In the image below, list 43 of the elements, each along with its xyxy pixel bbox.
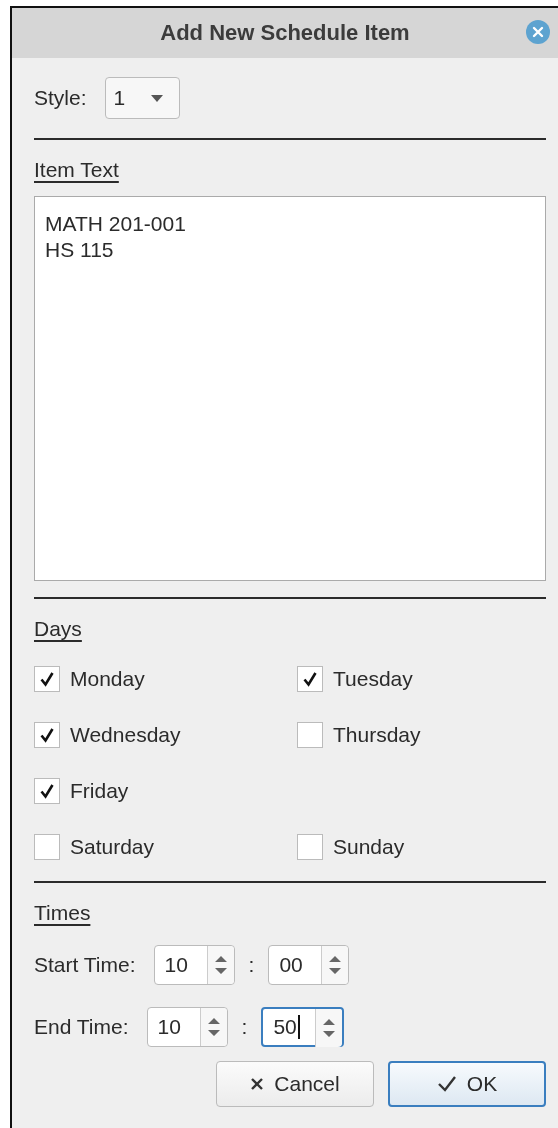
checkmark-icon [436,1075,457,1093]
up-down-arrows-icon[interactable] [206,946,234,984]
day-label: Thursday [333,723,421,747]
spin-box[interactable]: 50 [261,1007,345,1047]
spin-box[interactable]: 00 [268,945,350,985]
day-label: Monday [70,667,145,691]
up-down-arrows-icon[interactable] [199,1008,227,1046]
spin-box[interactable]: 10 [153,945,235,985]
checkbox[interactable] [34,778,60,804]
section-heading: Item Text [34,158,119,182]
window-title: Add New Schedule Item [160,20,410,46]
spin-box[interactable]: 10 [146,1007,228,1047]
checkbox[interactable] [34,834,60,860]
checkmark-icon [301,670,319,688]
time-label: End Time: [34,1015,129,1039]
item-text-area[interactable]: MATH 201-001 HS 115 [34,196,546,581]
checkbox[interactable] [34,722,60,748]
day-label: Saturday [70,835,155,859]
cancel-button[interactable]: Cancel [216,1061,374,1107]
checkmark-icon [38,726,56,744]
style-dropdown[interactable]: 1 [104,77,181,119]
day-label: Friday [70,779,129,803]
checkmark-icon [38,670,56,688]
up-down-arrows-icon[interactable] [321,946,349,984]
day-label: Sunday [333,835,405,859]
checkbox[interactable] [297,666,323,692]
section-heading: Days [34,617,82,641]
colon-separator: : [241,1015,248,1039]
close-icon[interactable] [526,20,550,44]
checkbox[interactable] [297,834,323,860]
day-label: Tuesday [333,667,413,691]
day-label: Wednesday [70,723,181,747]
time-label: Start Time: [34,953,136,977]
checkbox[interactable] [34,666,60,692]
checkbox[interactable] [297,722,323,748]
style-label: Style: [34,86,87,110]
up-down-arrows-icon[interactable] [315,1009,343,1047]
close-icon [250,1077,265,1091]
ok-button[interactable]: OK [388,1061,546,1107]
checkmark-icon [38,782,56,800]
caret-icon [151,94,164,102]
section-heading: Times [34,901,91,925]
colon-separator: : [248,953,255,977]
